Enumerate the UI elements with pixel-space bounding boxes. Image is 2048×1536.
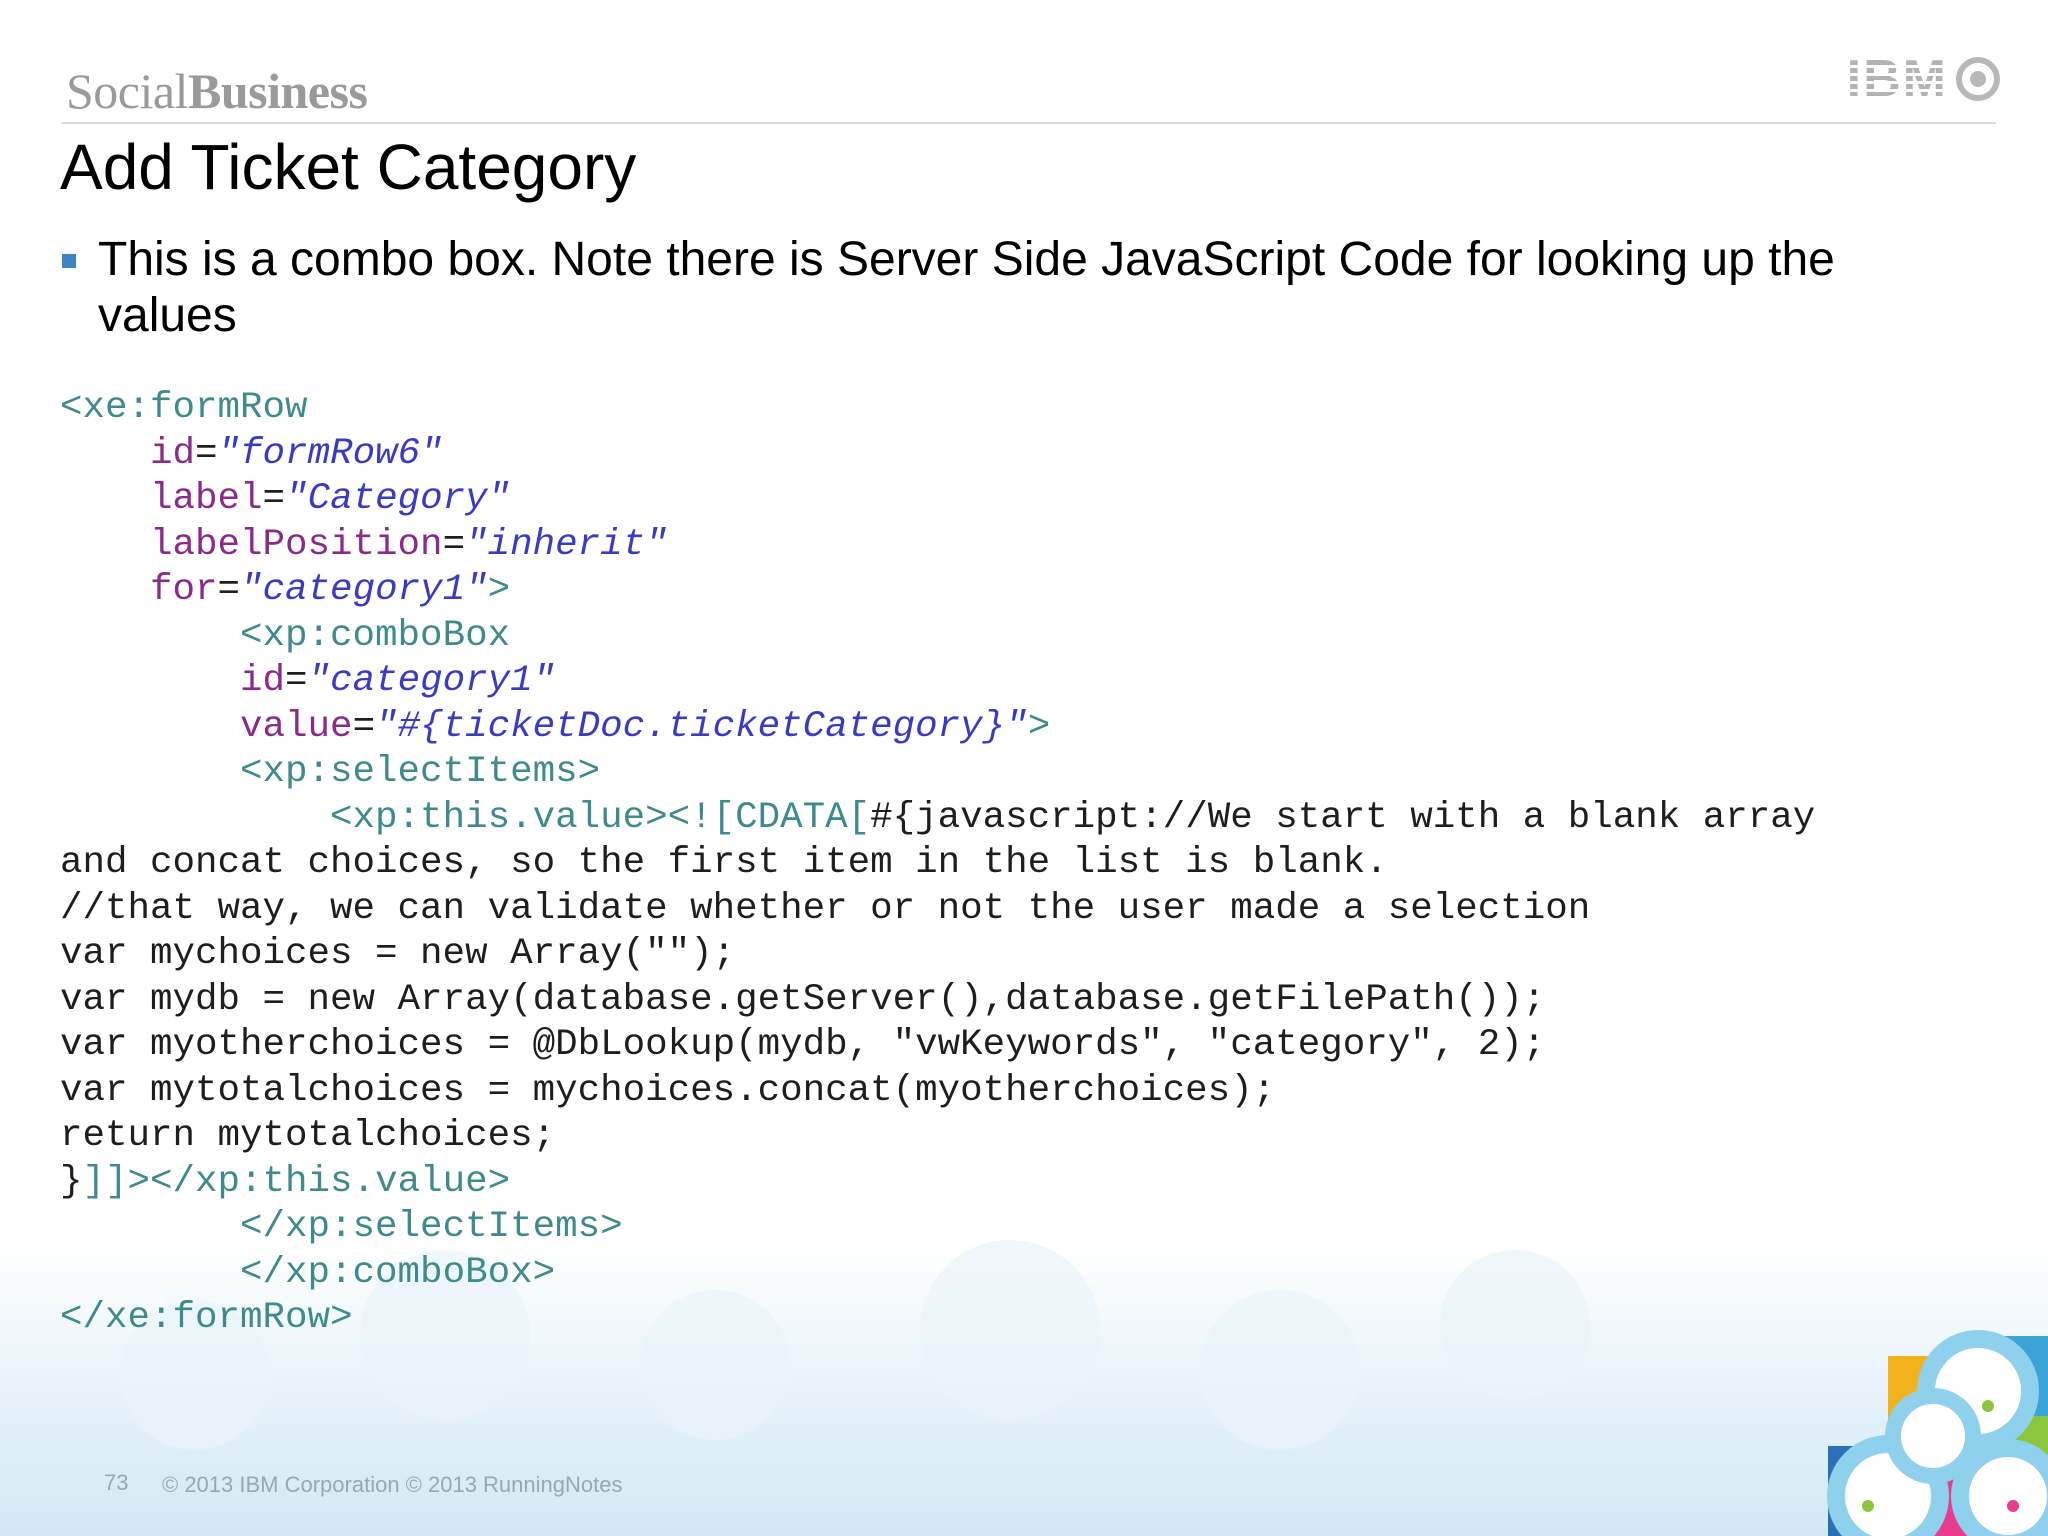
- code-token: "Category": [285, 478, 511, 520]
- code-token: value: [240, 705, 353, 748]
- code-line: var mychoices = new Array("");: [60, 933, 736, 975]
- header-divider: [62, 122, 1996, 124]
- code-token: "#{ticketDoc.ticketCategory}": [375, 705, 1028, 748]
- code-line: and concat choices, so the first item in…: [60, 842, 1388, 884]
- code-line: var mytotalchoices = mychoices.concat(my…: [60, 1069, 1276, 1112]
- code-token: >: [1027, 705, 1051, 748]
- code-token: "category1": [307, 660, 556, 702]
- ibm-logo-text: IBM: [1846, 50, 1948, 108]
- page-number: 73: [104, 1470, 129, 1495]
- slide-title: Add Ticket Category: [60, 131, 637, 203]
- decor-circle: [1885, 1388, 1981, 1484]
- code-token: =: [195, 432, 218, 475]
- code-token: labelPosition: [150, 523, 443, 566]
- copyright-text: © 2013 IBM Corporation © 2013 RunningNot…: [162, 1472, 623, 1497]
- code-token: <xp:selectItems>: [240, 751, 601, 793]
- code-token: =: [262, 478, 286, 520]
- bullet-item: This is a combo box. Note there is Serve…: [62, 232, 1982, 344]
- globe-icon: [1956, 57, 2000, 101]
- ibm-logo: IBM: [1847, 52, 2000, 106]
- code-token: "formRow6": [217, 432, 443, 475]
- code-token: =: [442, 523, 466, 566]
- code-line: var myotherchoices = @DbLookup(mydb, "vw…: [60, 1024, 1546, 1066]
- code-token: "category1": [240, 569, 488, 611]
- code-token: <xp:comboBox: [240, 614, 511, 657]
- code-token: </xp:comboBox>: [240, 1251, 556, 1294]
- bullet-text: This is a combo box. Note there is Serve…: [98, 233, 1835, 342]
- code-token: label: [150, 478, 263, 520]
- socialbusiness-brand: SocialBusiness: [66, 62, 368, 120]
- code-line: return mytotalchoices;: [60, 1115, 556, 1157]
- brand-light-text: Social: [66, 63, 188, 119]
- decor-dot: [1982, 1400, 1994, 1412]
- code-token: </xp:selectItems>: [240, 1206, 623, 1248]
- code-token: }: [60, 1160, 83, 1203]
- decor-dot: [1862, 1500, 1874, 1512]
- code-token: id: [240, 660, 286, 702]
- code-line: //that way, we can validate whether or n…: [60, 887, 1591, 930]
- code-token: =: [217, 569, 241, 611]
- code-token: #{javascript://We start with a blank arr…: [870, 796, 1816, 839]
- code-token: "inherit": [465, 523, 668, 566]
- code-token: <xe:formRow: [60, 387, 308, 429]
- decor-dot: [2007, 1500, 2019, 1512]
- decorative-circles-graphic: [1827, 1330, 2048, 1536]
- code-block: <xe:formRow id="formRow6" label="Categor…: [60, 386, 1815, 1342]
- code-token: for: [150, 569, 218, 611]
- code-token: ]]></xp:this.value>: [82, 1160, 511, 1203]
- code-token: =: [285, 660, 308, 702]
- code-line: var mydb = new Array(database.getServer(…: [60, 978, 1546, 1021]
- code-token: </xe:formRow>: [60, 1297, 353, 1339]
- code-token: =: [352, 705, 376, 748]
- brand-bold-text: Business: [187, 63, 368, 119]
- code-token: <xp:this.value><![CDATA[: [330, 796, 871, 839]
- code-token: >: [487, 569, 511, 611]
- code-token: id: [150, 432, 196, 475]
- square-bullet-icon: [62, 254, 76, 268]
